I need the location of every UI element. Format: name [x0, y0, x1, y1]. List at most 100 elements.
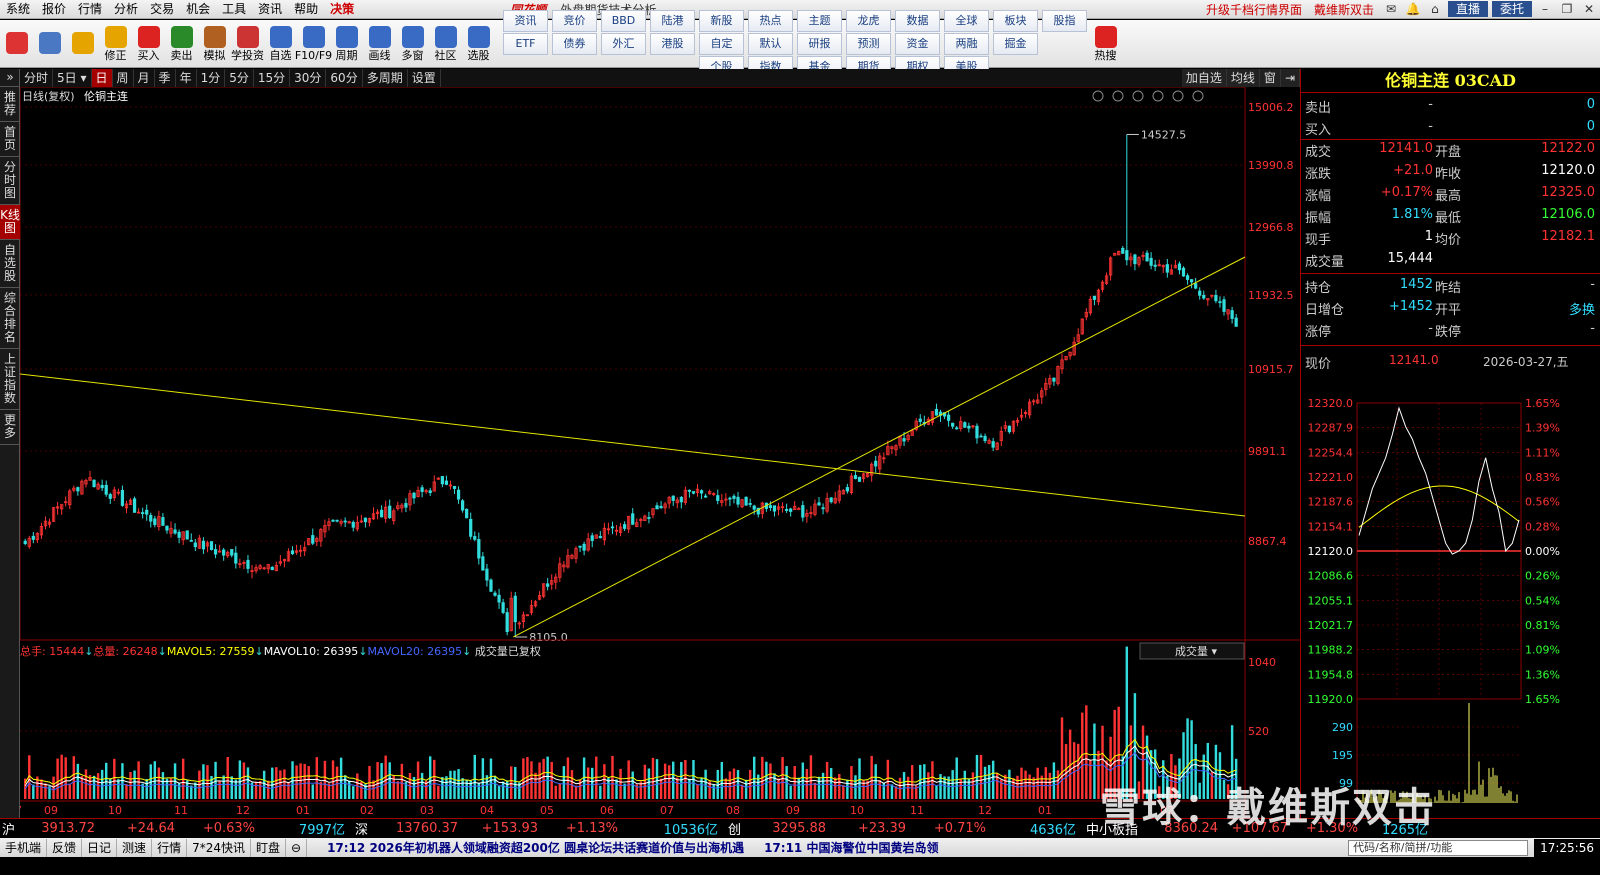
toolbar-grid-button[interactable]: 陆港: [650, 9, 695, 32]
period-tab-12[interactable]: 多周期: [363, 69, 408, 87]
left-tab-0[interactable]: 推荐: [0, 87, 20, 122]
toolbar-grid-button[interactable]: 两融: [944, 32, 989, 55]
toolbar-pen-button[interactable]: 画线: [363, 21, 396, 67]
toolbar-grid-button[interactable]: 默认: [748, 32, 793, 55]
trend-line-up[interactable]: [513, 256, 1246, 638]
period-tab-0[interactable]: 分时: [20, 69, 54, 87]
kline-chart[interactable]: 日线(复权) 伦铜主连 15006.2 13990.8 12966.8 11932.5 10…: [20, 87, 1300, 817]
left-tab-1[interactable]: 首页: [0, 122, 20, 157]
menu-item-opportunity[interactable]: 机会: [180, 0, 216, 19]
live-button[interactable]: 直播: [1447, 1, 1488, 17]
toolbar-grid-button[interactable]: 竞价: [552, 9, 597, 32]
toolbar-grid-button[interactable]: 债券: [552, 32, 597, 55]
toolbar-grid-button[interactable]: 主题: [797, 9, 842, 32]
tabbar-right-1[interactable]: 均线: [1226, 69, 1260, 87]
period-tab-1[interactable]: 5日 ▾: [53, 69, 92, 87]
toolbar-grid-button[interactable]: 掘金: [993, 32, 1038, 55]
toolbar-back-arrow-button[interactable]: [66, 21, 99, 67]
toolbar-grid-button[interactable]: ETF: [503, 32, 548, 55]
period-tab-9[interactable]: 15分: [254, 69, 291, 87]
bell-icon[interactable]: 🔔: [1402, 2, 1424, 16]
gear-icon[interactable]: [1092, 90, 1104, 102]
left-tab-6[interactable]: 上证指数: [0, 349, 20, 410]
toolbar-grid-button[interactable]: 预测: [846, 32, 891, 55]
toolbar-grid-button[interactable]: 资金: [895, 32, 940, 55]
toolbar-grid-button[interactable]: 研报: [797, 32, 842, 55]
period-tab-8[interactable]: 5分: [225, 69, 254, 87]
toolbar-grid-button[interactable]: 自定: [699, 32, 744, 55]
period-tab-13[interactable]: 设置: [408, 69, 441, 87]
toolbar-grid-button[interactable]: 板块: [993, 9, 1038, 32]
hand-icon[interactable]: [1152, 90, 1164, 102]
toolbar-community-button[interactable]: 社区: [429, 21, 462, 67]
menu-item-market[interactable]: 行情: [72, 0, 108, 19]
toolbar-buy-button[interactable]: 买入: [132, 21, 165, 67]
sh-label[interactable]: 沪: [2, 819, 15, 838]
toolbar-star-button[interactable]: 自选: [264, 21, 297, 67]
toolbar-grid-button[interactable]: 数据: [895, 9, 940, 32]
toolbar-multi-window-button[interactable]: [0, 21, 33, 67]
plus-icon[interactable]: [1172, 90, 1184, 102]
tabbar-right-2[interactable]: 窗: [1259, 69, 1281, 87]
menu-item-tools[interactable]: 工具: [216, 0, 252, 19]
left-tab-4[interactable]: 自选股: [0, 240, 20, 288]
status-diary[interactable]: 日记: [82, 838, 118, 857]
period-tab-11[interactable]: 60分: [326, 69, 363, 87]
menu-item-help[interactable]: 帮助: [288, 0, 324, 19]
toolbar-fix-button[interactable]: 修正: [99, 21, 132, 67]
period-tab-6[interactable]: 年: [176, 69, 197, 87]
toolbar-grid-button[interactable]: BBD: [601, 9, 646, 32]
left-tab-3[interactable]: K线图: [0, 205, 20, 240]
left-tab-7[interactable]: 更多: [0, 410, 20, 445]
tabbar-right-0[interactable]: 加自选: [1181, 69, 1227, 87]
period-tab-4[interactable]: 月: [134, 69, 155, 87]
toolbar-grid-button[interactable]: 资讯: [503, 9, 548, 32]
toolbar-grid-button[interactable]: 股指: [1042, 9, 1087, 32]
toolbar-windows-button[interactable]: 多窗: [396, 21, 429, 67]
menu-item-news[interactable]: 资讯: [252, 0, 288, 19]
home-icon[interactable]: ⌂: [1424, 2, 1446, 16]
left-tab-2[interactable]: 分时图: [0, 157, 20, 205]
sz-label[interactable]: 深: [355, 819, 368, 838]
toolbar-learn-button[interactable]: 学投资: [231, 21, 264, 67]
menu-item-system[interactable]: 系统: [0, 0, 36, 19]
status-flash-news[interactable]: 7*24快讯: [187, 838, 251, 857]
period-tab-2[interactable]: 日: [91, 69, 113, 87]
menu-item-quote[interactable]: 报价: [36, 0, 72, 19]
toolbar-select-button[interactable]: 选股: [462, 21, 495, 67]
toolbar-grid-button[interactable]: 新股: [699, 9, 744, 32]
upgrade-link[interactable]: 升级千档行情界面: [1200, 1, 1308, 18]
toolbar-hot-search-button[interactable]: 热搜: [1089, 21, 1122, 67]
toolbar-grid-button[interactable]: 外汇: [601, 32, 646, 55]
minimize-icon[interactable]: –: [1534, 2, 1556, 16]
menu-item-trade[interactable]: 交易: [144, 0, 180, 19]
left-tab-5[interactable]: 综合排名: [0, 288, 20, 349]
menu-item-decision[interactable]: 决策: [324, 0, 360, 19]
toolbar-grid-button[interactable]: 港股: [650, 32, 695, 55]
toolbar-sell-button[interactable]: 卖出: [165, 21, 198, 67]
close-icon[interactable]: ✕: [1578, 2, 1600, 16]
period-tab-5[interactable]: 季: [155, 69, 176, 87]
toolbar-f10-button[interactable]: F10/F9: [295, 21, 332, 67]
status-mobile[interactable]: 手机端: [0, 838, 48, 857]
status-feedback[interactable]: 反馈: [47, 838, 83, 857]
menu-item-analysis[interactable]: 分析: [108, 0, 144, 19]
restore-icon[interactable]: ❐: [1556, 2, 1578, 16]
period-tab-10[interactable]: 30分: [290, 69, 327, 87]
intraday-mini-chart[interactable]: 12320.0 1.65% 12287.9 1.39% 12254.4 1.11% 1222…: [1301, 383, 1600, 813]
period-tab-3[interactable]: 周: [113, 69, 134, 87]
trust-button[interactable]: 委托: [1491, 1, 1532, 17]
trend-line-down[interactable]: [20, 373, 1246, 517]
period-tab-7[interactable]: 1分: [197, 69, 226, 87]
status-speedtest[interactable]: 测速: [117, 838, 153, 857]
news-ticker-1[interactable]: 17:12 2026年初机器人领域融资超200亿 圆桌论坛共话赛道价值与出海机遇: [327, 839, 744, 856]
minus-icon[interactable]: [1192, 90, 1204, 102]
cy-label[interactable]: 创: [728, 819, 741, 838]
mail-icon[interactable]: ✉: [1380, 2, 1402, 16]
status-market[interactable]: 行情: [152, 838, 188, 857]
news-ticker-2[interactable]: 17:11 中国海警位中国黄岩岛领: [764, 839, 938, 856]
status-watch[interactable]: 盯盘: [251, 838, 286, 857]
toolbar-ai-button[interactable]: [33, 21, 66, 67]
toolbar-grid-button[interactable]: 全球: [944, 9, 989, 32]
chain-icon[interactable]: ⊖: [286, 838, 308, 857]
